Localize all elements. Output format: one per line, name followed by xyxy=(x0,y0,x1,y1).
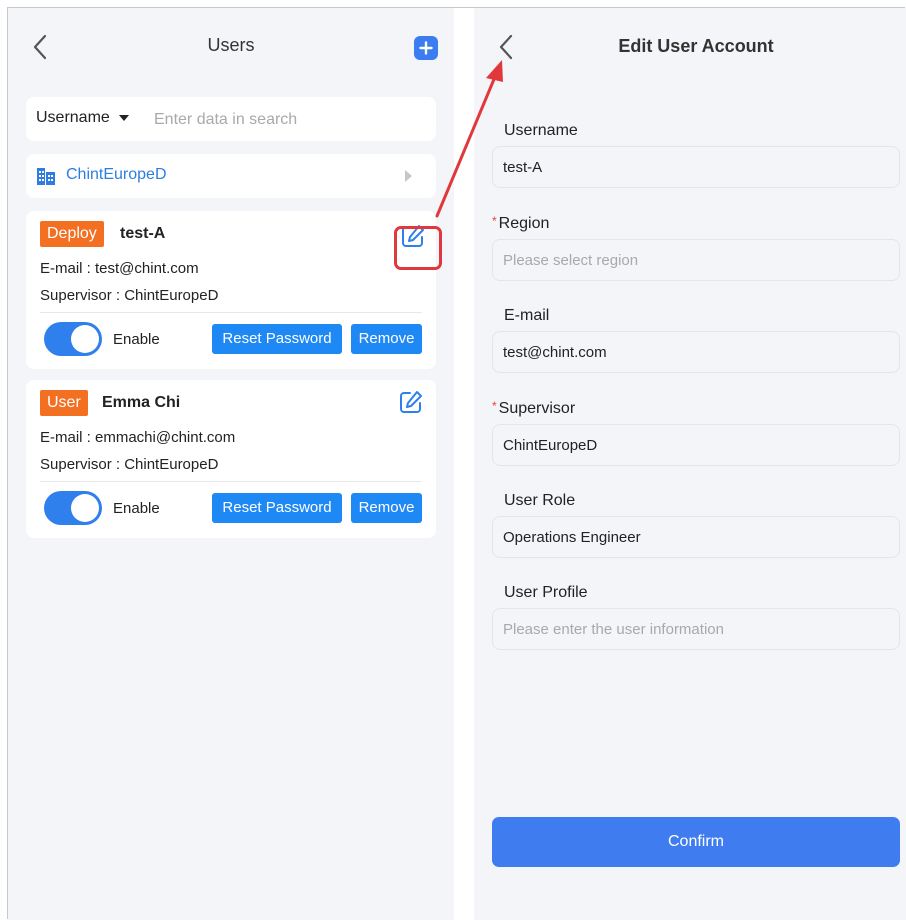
page-title: Users xyxy=(207,35,255,55)
enable-toggle[interactable] xyxy=(44,491,102,525)
user-name: Emma Chi xyxy=(102,394,181,411)
user-supervisor: Supervisor : ChintEuropeD xyxy=(40,456,219,473)
email-label: E-mail xyxy=(504,307,550,324)
supervisor-label: Supervisor xyxy=(498,400,576,417)
user-role-label: User Role xyxy=(504,492,576,509)
toggle-knob xyxy=(71,325,99,353)
role-badge: User xyxy=(40,390,88,416)
email-field[interactable] xyxy=(492,331,900,373)
user-name: test-A xyxy=(120,225,166,242)
edit-icon[interactable] xyxy=(398,389,424,415)
remove-button[interactable]: Remove xyxy=(351,324,422,354)
supervisor-field[interactable] xyxy=(492,424,900,466)
username-label: Username xyxy=(504,122,578,139)
enable-label: Enable xyxy=(113,331,160,348)
highlight-box xyxy=(394,226,442,270)
required-mark: * xyxy=(492,214,497,228)
toggle-knob xyxy=(71,494,99,522)
panel-gap xyxy=(454,8,474,920)
reset-password-button[interactable]: Reset Password xyxy=(212,324,342,354)
user-supervisor: Supervisor : ChintEuropeD xyxy=(40,287,219,304)
confirm-button[interactable]: Confirm xyxy=(492,817,900,867)
user-profile-label: User Profile xyxy=(504,584,588,601)
users-header: Users xyxy=(8,8,454,78)
users-screen: Users Username ChintEuropeD Deploy xyxy=(8,8,454,920)
user-email: E-mail : emmachi@chint.com xyxy=(40,429,236,446)
user-role-field[interactable] xyxy=(492,516,900,558)
caret-down-icon xyxy=(118,115,129,121)
region-field[interactable] xyxy=(492,239,900,281)
search-field-label: Username xyxy=(36,109,110,126)
username-field[interactable] xyxy=(492,146,900,188)
region-label: Region xyxy=(498,215,550,232)
user-profile-field[interactable] xyxy=(492,608,900,650)
enable-toggle[interactable] xyxy=(44,322,102,356)
enable-label: Enable xyxy=(113,500,160,517)
organization-label: ChintEuropeD xyxy=(66,166,167,183)
required-mark: * xyxy=(492,399,497,413)
user-card: User Emma Chi E-mail : emmachi@chint.com… xyxy=(26,380,436,538)
card-divider xyxy=(40,312,422,313)
region-label-wrap: * Region xyxy=(492,214,550,233)
supervisor-label-wrap: * Supervisor xyxy=(492,399,576,418)
search-bar: Username xyxy=(26,97,436,141)
organization-row[interactable]: ChintEuropeD xyxy=(26,154,436,198)
user-card: Deploy test-A E-mail : test@chint.com Su… xyxy=(26,211,436,369)
building-icon xyxy=(37,168,55,185)
edit-user-screen: Edit User Account Username *Region E-mai… xyxy=(474,8,906,920)
reset-password-button[interactable]: Reset Password xyxy=(212,493,342,523)
page-title: Edit User Account xyxy=(618,36,774,56)
search-field-dropdown[interactable]: Username xyxy=(36,109,129,127)
user-email: E-mail : test@chint.com xyxy=(40,260,199,277)
remove-button[interactable]: Remove xyxy=(351,493,422,523)
plus-square-icon[interactable] xyxy=(414,36,438,60)
search-input[interactable] xyxy=(152,105,426,135)
card-divider xyxy=(40,481,422,482)
role-badge: Deploy xyxy=(40,221,104,247)
chevron-right-icon xyxy=(405,170,412,182)
